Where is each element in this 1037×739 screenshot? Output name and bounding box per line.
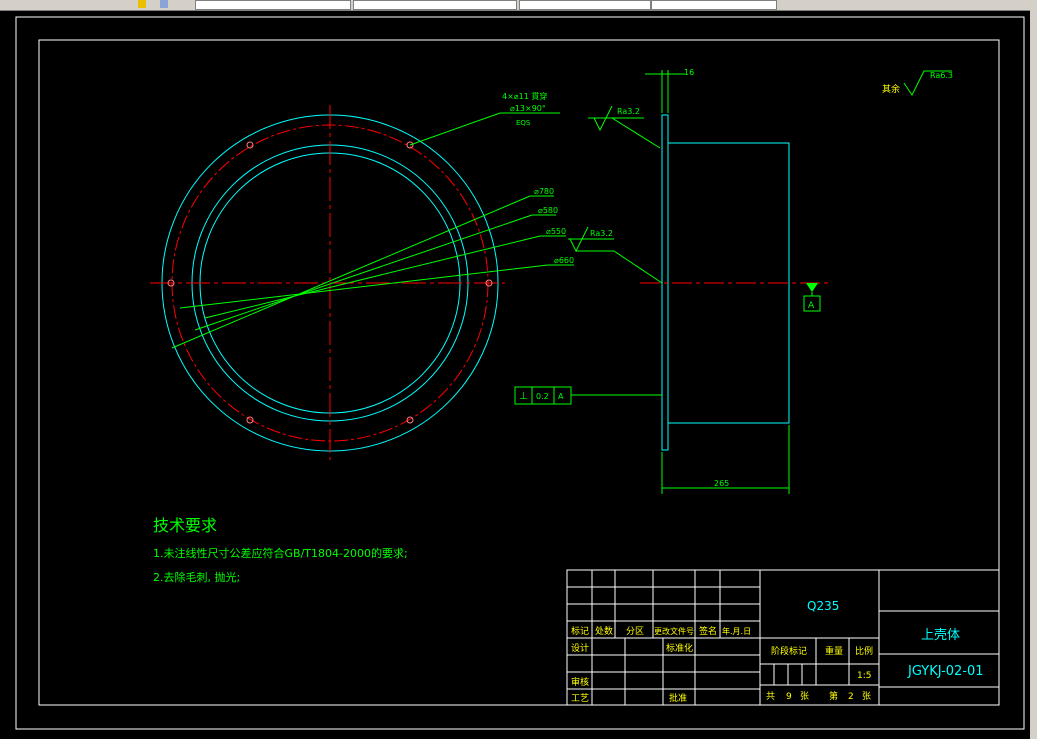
tb-scale: 1:5	[857, 671, 871, 681]
eqs-note: EQS	[516, 119, 531, 127]
dim-dia-580: ⌀580	[538, 206, 558, 215]
tb-mark: 标记	[571, 625, 589, 637]
rough-1-value: Ra3.2	[617, 107, 640, 116]
dim-thickness: 16	[684, 68, 694, 77]
tb-approve: 批准	[669, 692, 687, 704]
tb-scale-label: 比例	[855, 645, 873, 657]
countersink-note: ⌀13×90°	[510, 104, 546, 113]
side-view: 16 Ra3.2 Ra3.2 其余 Ra6.3 A ⊥ 0.2 A 265	[514, 68, 953, 494]
tb-material: Q235	[807, 599, 839, 613]
perp-datum: A	[558, 392, 564, 401]
dia-leader-1	[171, 195, 531, 349]
inner-frame	[38, 39, 1000, 706]
tb-page: 张	[862, 691, 871, 702]
holes-note: 4×⌀11 貫穿	[502, 91, 547, 101]
tech-req-title: 技术要求	[153, 516, 217, 535]
tb-sheet-n: 2	[848, 692, 854, 702]
datum-label: A	[808, 301, 815, 311]
perp-tolerance: 0.2	[536, 392, 549, 401]
tb-doc: 更改文件号	[654, 626, 694, 636]
tb-date: 年.月.日	[722, 626, 751, 636]
dim-dia-780: ⌀780	[534, 187, 554, 196]
datum-triangle	[806, 283, 818, 292]
dim-length: 265	[714, 479, 729, 488]
rough-other-label: 其余	[882, 83, 900, 95]
front-view: 4×⌀11 貫穿 ⌀13×90° EQS ⌀780 ⌀580 ⌀550 ⌀660	[150, 91, 574, 460]
tb-craft: 工艺	[571, 693, 589, 704]
tb-stage: 阶段标记	[771, 645, 807, 657]
rough-2-value: Ra3.2	[590, 229, 613, 238]
perp-symbol: ⊥	[519, 391, 528, 402]
rough-2-leader	[576, 250, 663, 284]
dia-leader-4	[179, 264, 549, 309]
tb-total: 共	[766, 691, 775, 702]
tb-design: 设计	[571, 642, 589, 654]
tech-req-line-1: 1.未注线性尺寸公差应符合GB/T1804-2000的要求;	[153, 546, 408, 560]
rough-other-value: Ra6.3	[930, 71, 953, 80]
tb-part-name: 上壳体	[921, 628, 960, 643]
holes-leader	[409, 112, 501, 146]
dia-leader-3	[204, 235, 541, 319]
tb-total-n: 9	[786, 692, 792, 702]
rough-1-leader	[611, 117, 661, 149]
tb-standard: 标准化	[666, 642, 693, 654]
drawing-canvas[interactable]: 4×⌀11 貫穿 ⌀13×90° EQS ⌀780 ⌀580 ⌀550 ⌀660…	[0, 0, 1030, 739]
vertical-scrollbar[interactable]	[1030, 10, 1037, 739]
dim-dia-660: ⌀660	[554, 256, 574, 265]
tb-zone: 分区	[626, 626, 644, 637]
dim-dia-550: ⌀550	[546, 227, 566, 236]
tb-sign: 签名	[699, 625, 717, 637]
tb-sheets: 张	[800, 691, 809, 702]
tb-drawing-no: JGYKJ-02-01	[907, 664, 984, 679]
tb-count: 处数	[595, 625, 613, 637]
tb-weight: 重量	[825, 645, 843, 657]
tech-req-line-2: 2.去除毛刺, 抛光;	[153, 570, 240, 584]
tb-sheet: 第	[829, 690, 838, 702]
tb-check: 审核	[571, 676, 589, 688]
